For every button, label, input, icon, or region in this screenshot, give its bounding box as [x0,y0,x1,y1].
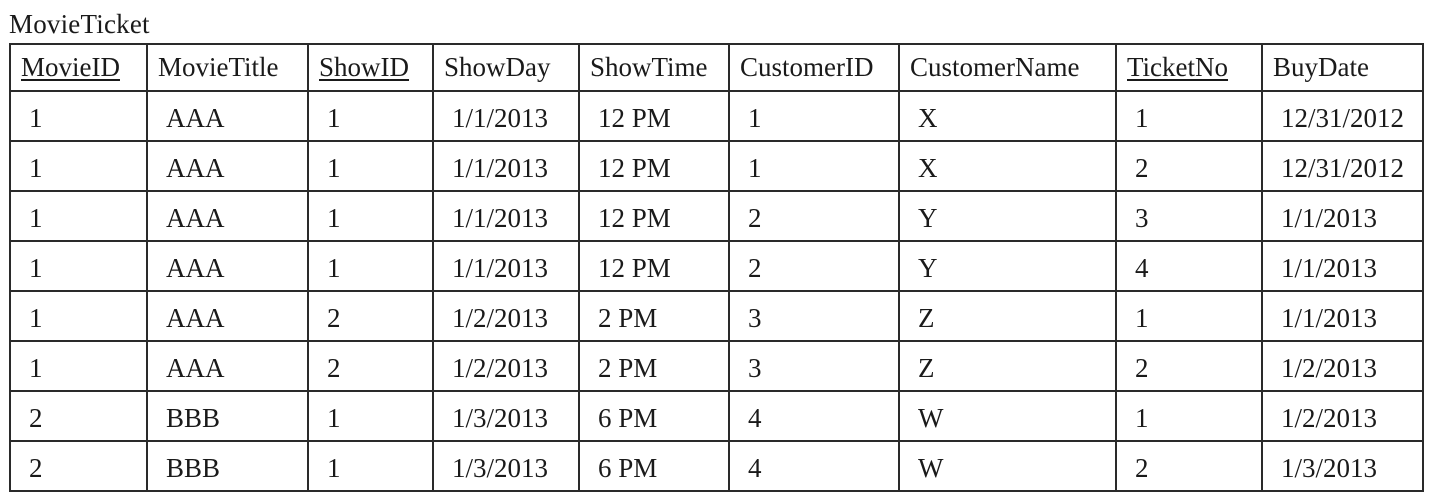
cell-movietitle: AAA [146,90,309,142]
cell-movieid: 1 [9,240,148,292]
cell-ticketno: 2 [1115,140,1263,192]
cell-showtime: 2 PM [578,290,730,342]
cell-ticketno: 1 [1115,90,1263,142]
cell-customerid: 3 [728,290,900,342]
cell-showday: 1/3/2013 [432,390,580,442]
table-row: 1 AAA 2 1/2/2013 2 PM 3 Z 1 1/1/2013 [9,290,1424,342]
column-header-ticketno: TicketNo [1115,43,1263,92]
cell-showday: 1/1/2013 [432,90,580,142]
cell-showid: 2 [307,340,434,392]
cell-buydate: 12/31/2012 [1261,90,1424,142]
cell-showday: 1/2/2013 [432,290,580,342]
cell-movietitle: AAA [146,340,309,392]
cell-showday: 1/1/2013 [432,240,580,292]
cell-showtime: 6 PM [578,440,730,492]
cell-showday: 1/2/2013 [432,340,580,392]
cell-showtime: 12 PM [578,240,730,292]
cell-customername: X [898,90,1117,142]
cell-showid: 1 [307,190,434,242]
cell-buydate: 1/2/2013 [1261,340,1424,392]
table-row: 1 AAA 1 1/1/2013 12 PM 2 Y 4 1/1/2013 [9,240,1424,292]
table-row: 2 BBB 1 1/3/2013 6 PM 4 W 2 1/3/2013 [9,440,1424,492]
movie-ticket-table: MovieID MovieTitle ShowID ShowDay ShowTi… [9,43,1424,492]
cell-customername: Y [898,190,1117,242]
cell-buydate: 1/3/2013 [1261,440,1424,492]
column-header-movietitle: MovieTitle [146,43,309,92]
table-title: MovieTicket [9,9,150,39]
cell-ticketno: 4 [1115,240,1263,292]
cell-ticketno: 2 [1115,340,1263,392]
cell-ticketno: 1 [1115,290,1263,342]
cell-movietitle: AAA [146,140,309,192]
cell-showid: 1 [307,390,434,442]
cell-customerid: 2 [728,190,900,242]
cell-customername: X [898,140,1117,192]
header-row: MovieID MovieTitle ShowID ShowDay ShowTi… [9,43,1424,92]
cell-showtime: 12 PM [578,190,730,242]
cell-customerid: 2 [728,240,900,292]
cell-showid: 2 [307,290,434,342]
table-row: 1 AAA 1 1/1/2013 12 PM 1 X 1 12/31/2012 [9,90,1424,142]
column-header-movieid: MovieID [9,43,148,92]
cell-customername: Y [898,240,1117,292]
cell-customerid: 4 [728,390,900,442]
cell-movietitle: AAA [146,290,309,342]
cell-showday: 1/1/2013 [432,190,580,242]
column-header-buydate: BuyDate [1261,43,1424,92]
cell-showtime: 6 PM [578,390,730,442]
cell-customerid: 4 [728,440,900,492]
cell-showid: 1 [307,240,434,292]
cell-movieid: 1 [9,290,148,342]
table-row: 1 AAA 1 1/1/2013 12 PM 2 Y 3 1/1/2013 [9,190,1424,242]
table-row: 1 AAA 1 1/1/2013 12 PM 1 X 2 12/31/2012 [9,140,1424,192]
cell-showday: 1/1/2013 [432,140,580,192]
cell-customerid: 1 [728,140,900,192]
cell-ticketno: 3 [1115,190,1263,242]
cell-movietitle: BBB [146,440,309,492]
cell-movieid: 1 [9,140,148,192]
cell-showday: 1/3/2013 [432,440,580,492]
column-header-showtime: ShowTime [578,43,730,92]
cell-showid: 1 [307,440,434,492]
cell-movieid: 1 [9,90,148,142]
table-row: 2 BBB 1 1/3/2013 6 PM 4 W 1 1/2/2013 [9,390,1424,442]
cell-buydate: 1/1/2013 [1261,290,1424,342]
cell-showtime: 12 PM [578,90,730,142]
cell-customername: Z [898,290,1117,342]
column-header-showday: ShowDay [432,43,580,92]
cell-customerid: 1 [728,90,900,142]
cell-movieid: 1 [9,190,148,242]
cell-buydate: 1/2/2013 [1261,390,1424,442]
cell-movietitle: AAA [146,190,309,242]
cell-showid: 1 [307,90,434,142]
cell-buydate: 12/31/2012 [1261,140,1424,192]
column-header-customername: CustomerName [898,43,1117,92]
cell-ticketno: 1 [1115,390,1263,442]
table-row: 1 AAA 2 1/2/2013 2 PM 3 Z 2 1/2/2013 [9,340,1424,392]
column-header-customerid: CustomerID [728,43,900,92]
cell-customername: Z [898,340,1117,392]
cell-movietitle: BBB [146,390,309,442]
cell-customername: W [898,390,1117,442]
cell-customerid: 3 [728,340,900,392]
cell-movieid: 1 [9,340,148,392]
cell-customername: W [898,440,1117,492]
cell-showtime: 12 PM [578,140,730,192]
cell-movieid: 2 [9,390,148,442]
cell-ticketno: 2 [1115,440,1263,492]
column-header-showid: ShowID [307,43,434,92]
cell-showtime: 2 PM [578,340,730,392]
cell-buydate: 1/1/2013 [1261,240,1424,292]
cell-movietitle: AAA [146,240,309,292]
cell-movieid: 2 [9,440,148,492]
cell-showid: 1 [307,140,434,192]
cell-buydate: 1/1/2013 [1261,190,1424,242]
